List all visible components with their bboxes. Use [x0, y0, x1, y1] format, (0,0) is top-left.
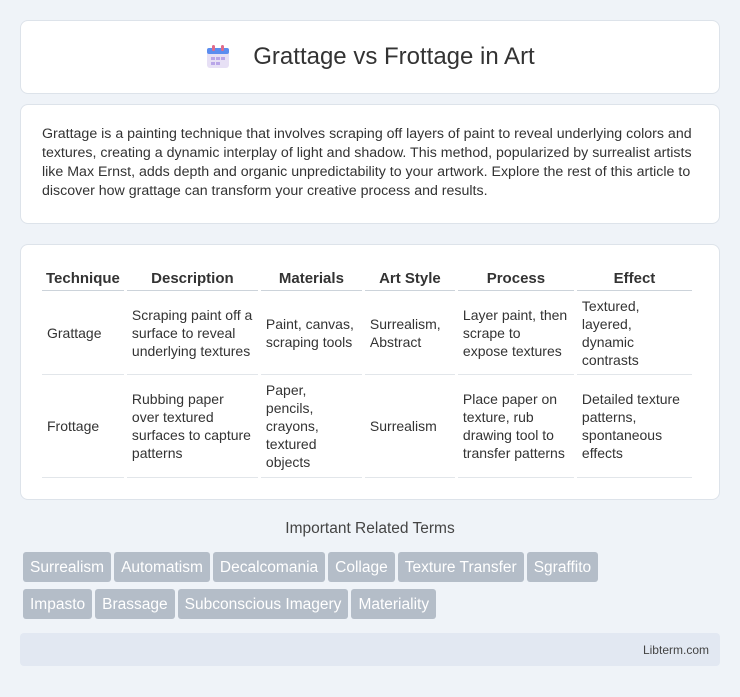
term-tag[interactable]: Automatism [114, 552, 210, 582]
footer-site-link[interactable]: Libterm.com [643, 643, 709, 657]
term-tag[interactable]: Impasto [23, 589, 93, 619]
table-cell: Textured, layered, dynamic contrasts [576, 291, 692, 375]
page-title: Grattage vs Frottage in Art [253, 43, 535, 70]
table-cell: Layer paint, then scrape to expose textu… [457, 291, 574, 375]
table-row: Frottage Rubbing paper over textured sur… [42, 375, 692, 478]
header-card: Grattage vs Frottage in Art [20, 20, 720, 94]
term-tag[interactable]: Decalcomania [212, 552, 326, 582]
term-tag[interactable]: Sgraffito [526, 552, 599, 582]
table-cell: Place paper on texture, rub drawing tool… [457, 375, 574, 478]
table-row: Grattage Scraping paint off a surface to… [42, 291, 692, 375]
table-cell: Surrealism, Abstract [364, 291, 455, 375]
intro-text: Grattage is a painting technique that in… [42, 126, 692, 199]
term-tag[interactable]: Texture Transfer [397, 552, 524, 582]
table-cell: Paint, canvas, scraping tools [260, 291, 362, 375]
column-header: Process [457, 263, 574, 291]
column-header: Art Style [364, 263, 455, 291]
intro-card: Grattage is a painting technique that in… [20, 104, 720, 224]
term-tag[interactable]: Collage [328, 552, 395, 582]
column-header: Effect [576, 263, 692, 291]
table-cell: Detailed texture patterns, spontaneous e… [576, 375, 692, 478]
footer: Libterm.com [20, 633, 720, 666]
table-cell: Rubbing paper over textured surfaces to … [126, 375, 258, 478]
table-cell: Frottage [42, 375, 124, 478]
table-header-row: Technique Description Materials Art Styl… [42, 263, 692, 291]
table-cell: Paper, pencils, crayons, textured object… [260, 375, 362, 478]
term-tag[interactable]: Materiality [351, 589, 437, 619]
table-cell: Scraping paint off a surface to reveal u… [126, 291, 258, 375]
column-header: Materials [260, 263, 362, 291]
term-tag[interactable]: Brassage [95, 589, 175, 619]
comparison-table: Technique Description Materials Art Styl… [39, 263, 695, 478]
column-header: Description [126, 263, 258, 291]
column-header: Technique [42, 263, 124, 291]
calendar-icon [205, 44, 231, 70]
related-terms-list: Surrealism Automatism Decalcomania Collage T… [23, 552, 723, 626]
term-tag[interactable]: Subconscious Imagery [177, 589, 349, 619]
comparison-table-card: Technique Description Materials Art Styl… [20, 244, 720, 500]
table-cell: Surrealism [364, 375, 455, 478]
term-tag[interactable]: Surrealism [23, 552, 112, 582]
table-cell: Grattage [42, 291, 124, 375]
related-terms-title: Important Related Terms [285, 520, 455, 537]
